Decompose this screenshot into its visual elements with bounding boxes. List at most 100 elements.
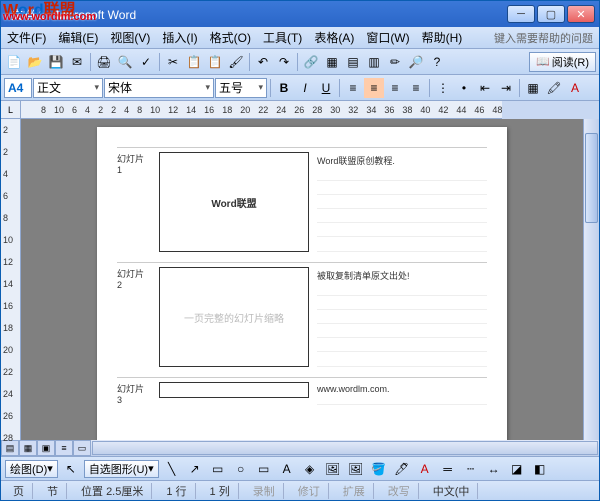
web-view-icon[interactable]: ▦ xyxy=(19,440,37,456)
separator xyxy=(159,53,160,71)
font-color-draw-icon[interactable]: A xyxy=(415,459,435,479)
maximize-button[interactable]: ▢ xyxy=(537,5,565,23)
print-icon[interactable]: 🖨 xyxy=(94,52,114,72)
mail-icon[interactable]: ✉ xyxy=(67,52,87,72)
paste-icon[interactable]: 📋 xyxy=(205,52,225,72)
table-row: 幻灯片 3 www.wordlm.com. xyxy=(117,377,487,405)
line-icon[interactable]: ╲ xyxy=(162,459,182,479)
wordart-icon[interactable]: A xyxy=(277,459,297,479)
slide-thumbnail xyxy=(159,382,309,398)
new-icon[interactable]: 📄 xyxy=(4,52,24,72)
outline-view-icon[interactable]: ≡ xyxy=(55,440,73,456)
format-painter-icon[interactable]: 🖌 xyxy=(226,52,246,72)
document-area[interactable]: 幻灯片 1 Word联盟 Word联盟原创教程. 幻灯片 2 一页完整的幻灯片缩… xyxy=(21,119,583,440)
horizontal-ruler[interactable]: 8106422481012141618202224262830323436384… xyxy=(21,101,502,119)
menu-view[interactable]: 视图(V) xyxy=(110,29,150,46)
menu-window[interactable]: 窗口(W) xyxy=(366,29,409,46)
menu-format[interactable]: 格式(O) xyxy=(210,29,251,46)
reading-view-icon[interactable]: ▭ xyxy=(73,440,91,456)
outdent-icon[interactable]: ⇤ xyxy=(475,78,495,98)
excel-icon[interactable]: ▤ xyxy=(343,52,363,72)
indent-icon[interactable]: ⇥ xyxy=(496,78,516,98)
select-arrow-icon[interactable]: ↖ xyxy=(61,459,81,479)
cut-icon[interactable]: ✂ xyxy=(163,52,183,72)
scroll-thumb[interactable] xyxy=(585,133,598,223)
size-value: 五号 xyxy=(219,79,243,96)
drawing-icon[interactable]: ✏ xyxy=(385,52,405,72)
menu-insert[interactable]: 插入(I) xyxy=(162,29,197,46)
style-prefix[interactable]: A4 xyxy=(4,78,32,98)
spell-icon[interactable]: ✓ xyxy=(136,52,156,72)
vertical-ruler[interactable]: 2 2 4 6 8 10 12 14 16 18 20 22 24 26 28 xyxy=(1,119,21,440)
italic-button[interactable]: I xyxy=(295,78,315,98)
menu-edit[interactable]: 编辑(E) xyxy=(58,29,98,46)
font-color-icon[interactable]: A xyxy=(565,78,585,98)
highlight-icon[interactable]: 🖍 xyxy=(544,78,564,98)
draw-menu[interactable]: 绘图(D) ▾ xyxy=(5,460,58,478)
print-view-icon[interactable]: ▣ xyxy=(37,440,55,456)
dash-style-icon[interactable]: ┄ xyxy=(461,459,481,479)
3d-icon[interactable]: ◧ xyxy=(530,459,550,479)
oval-icon[interactable]: ○ xyxy=(231,459,251,479)
undo-icon[interactable]: ↶ xyxy=(253,52,273,72)
rectangle-icon[interactable]: ▭ xyxy=(208,459,228,479)
table-icon[interactable]: ▦ xyxy=(322,52,342,72)
status-rev[interactable]: 修订 xyxy=(290,483,329,499)
diagram-icon[interactable]: ◈ xyxy=(300,459,320,479)
table-row: 幻灯片 1 Word联盟 Word联盟原创教程. xyxy=(117,147,487,252)
align-center-icon[interactable]: ≡ xyxy=(364,78,384,98)
slide-note[interactable]: Word联盟原创教程. xyxy=(317,152,487,252)
border-icon[interactable]: ▦ xyxy=(523,78,543,98)
align-left-icon[interactable]: ≡ xyxy=(343,78,363,98)
menu-help[interactable]: 帮助(H) xyxy=(422,29,463,46)
shadow-icon[interactable]: ◪ xyxy=(507,459,527,479)
close-button[interactable]: ✕ xyxy=(567,5,595,23)
open-icon[interactable]: 📂 xyxy=(25,52,45,72)
size-combo[interactable]: 五号▾ xyxy=(215,78,267,98)
clipart-icon[interactable]: 🖼 xyxy=(323,459,343,479)
minimize-button[interactable]: ─ xyxy=(507,5,535,23)
fill-color-icon[interactable]: 🪣 xyxy=(369,459,389,479)
underline-button[interactable]: U xyxy=(316,78,336,98)
justify-icon[interactable]: ≡ xyxy=(406,78,426,98)
redo-icon[interactable]: ↷ xyxy=(274,52,294,72)
columns-icon[interactable]: ▥ xyxy=(364,52,384,72)
help-icon[interactable]: ? xyxy=(427,52,447,72)
drawing-toolbar: 绘图(D) ▾ ↖ 自选图形(U) ▾ ╲ ↗ ▭ ○ ▭ A ◈ 🖼 🖼 🪣 … xyxy=(1,456,599,480)
status-ovr[interactable]: 改写 xyxy=(380,483,419,499)
arrow-style-icon[interactable]: ↔ xyxy=(484,459,504,479)
textbox-icon[interactable]: ▭ xyxy=(254,459,274,479)
status-rec[interactable]: 录制 xyxy=(245,483,284,499)
save-icon[interactable]: 💾 xyxy=(46,52,66,72)
bullet-list-icon[interactable]: • xyxy=(454,78,474,98)
status-lang[interactable]: 中文(中 xyxy=(425,483,479,499)
read-label: 阅读(R) xyxy=(552,54,589,70)
bold-button[interactable]: B xyxy=(274,78,294,98)
font-combo[interactable]: 宋体▾ xyxy=(104,78,214,98)
slide-note[interactable]: 被取复制清单原文出处! xyxy=(317,267,487,367)
zoom-icon[interactable]: 🔎 xyxy=(406,52,426,72)
ruler-corner: L xyxy=(1,101,21,119)
align-right-icon[interactable]: ≡ xyxy=(385,78,405,98)
horizontal-scrollbar[interactable] xyxy=(92,441,598,455)
line-style-icon[interactable]: ═ xyxy=(438,459,458,479)
reading-layout-button[interactable]: 📖 阅读(R) xyxy=(529,52,596,72)
arrow-line-icon[interactable]: ↗ xyxy=(185,459,205,479)
numbered-list-icon[interactable]: ⋮ xyxy=(433,78,453,98)
menu-file[interactable]: 文件(F) xyxy=(7,29,46,46)
line-color-icon[interactable]: 🖊 xyxy=(392,459,412,479)
status-ext[interactable]: 扩展 xyxy=(335,483,374,499)
picture-icon[interactable]: 🖼 xyxy=(346,459,366,479)
separator xyxy=(339,79,340,97)
menu-table[interactable]: 表格(A) xyxy=(314,29,354,46)
copy-icon[interactable]: 📋 xyxy=(184,52,204,72)
autoshapes-menu[interactable]: 自选图形(U) ▾ xyxy=(84,460,159,478)
menu-tools[interactable]: 工具(T) xyxy=(263,29,302,46)
vertical-scrollbar[interactable] xyxy=(583,119,599,440)
preview-icon[interactable]: 🔍 xyxy=(115,52,135,72)
hyperlink-icon[interactable]: 🔗 xyxy=(301,52,321,72)
slide-label: 幻灯片 3 xyxy=(117,382,151,405)
slide-note[interactable]: www.wordlm.com. xyxy=(317,382,487,405)
style-combo[interactable]: 正文▾ xyxy=(33,78,103,98)
help-search[interactable]: 键入需要帮助的问题 xyxy=(494,30,593,46)
